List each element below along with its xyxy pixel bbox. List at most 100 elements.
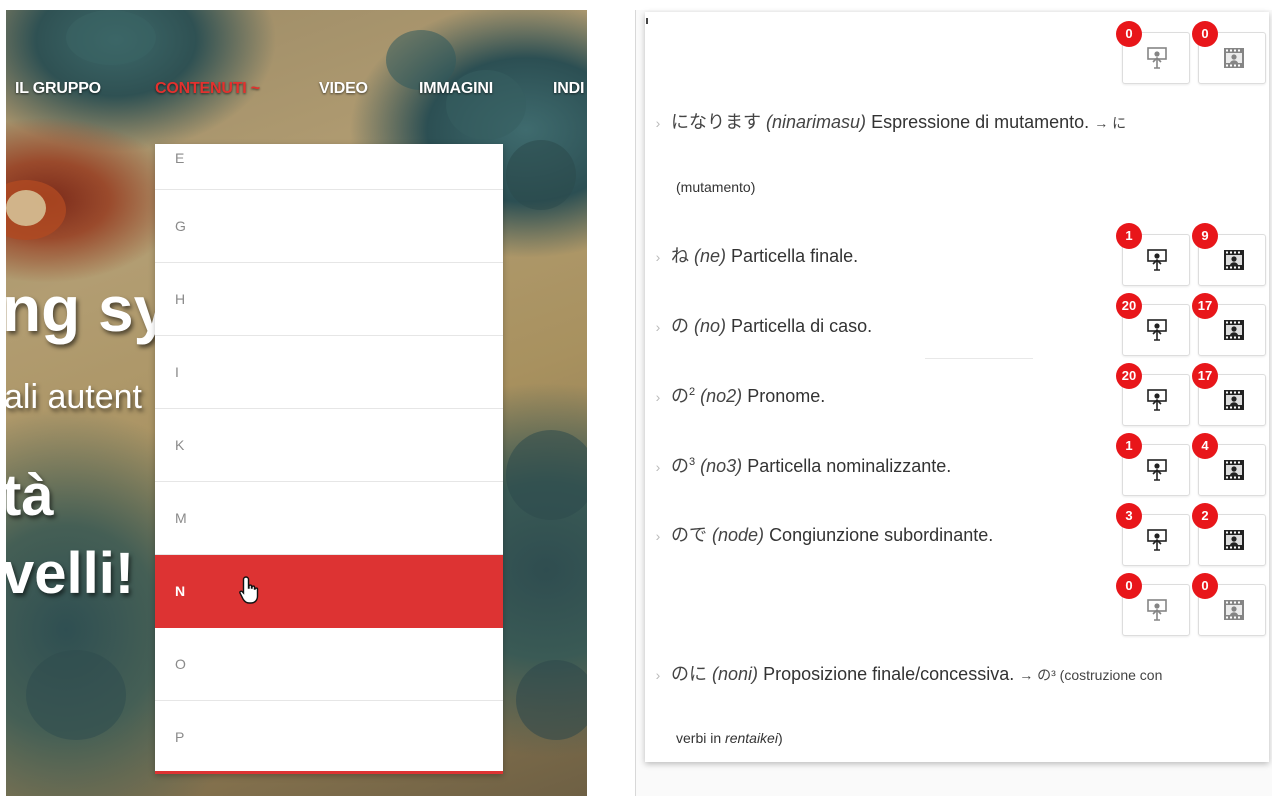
entry-no3[interactable]: › の3 (no3) Particella nominalizzante. [645, 452, 952, 478]
entry-no[interactable]: › の (no) Particella di caso. [645, 312, 872, 338]
chevron-right-icon: › [655, 459, 661, 475]
chevron-right-icon: › [655, 667, 661, 683]
film-icon [1224, 530, 1244, 550]
count-badge: 0 [1116, 21, 1142, 47]
count-badge: 3 [1116, 503, 1142, 529]
film-button[interactable]: 2 [1192, 503, 1266, 566]
count-badge: 0 [1192, 573, 1218, 599]
hero-heading-line-1: ng sy [6, 273, 170, 345]
entry-romaji: (node) [712, 525, 765, 545]
count-badge: 20 [1116, 363, 1142, 389]
presenter-button[interactable]: 20 [1116, 293, 1190, 356]
continuation-emphasis: rentaikei [725, 730, 778, 746]
dropdown-item-e[interactable]: E [155, 144, 503, 190]
continuation-text: verbi in [676, 730, 726, 746]
website-hero-panel: IL GRUPPO CONTENUTI ~ VIDEO IMMAGINI IND… [6, 10, 587, 796]
entry-noni[interactable]: › のに (noni) Proposizione finale/concessiv… [645, 660, 1163, 686]
continuation-text: ) [777, 730, 783, 746]
hero-heading-line-3: tà [6, 463, 54, 528]
entry-romaji: (ninarimasu) [766, 112, 867, 132]
entry-description: Particella finale. [731, 246, 859, 266]
film-icon [1224, 390, 1244, 410]
presenter-button[interactable]: 1 [1116, 223, 1190, 286]
dropdown-item-n[interactable]: N [155, 555, 503, 628]
entry-japanese: の [671, 386, 689, 406]
dropdown-item-k[interactable]: K [155, 409, 503, 482]
film-button[interactable]: 17 [1192, 293, 1266, 356]
entry-node[interactable]: › ので (node) Congiunzione subordinante. [645, 521, 994, 547]
presenter-icon [1147, 319, 1167, 341]
dragon-eye-decoration [6, 190, 46, 226]
film-button[interactable]: 0 [1192, 573, 1266, 636]
chevron-right-icon: › [655, 319, 661, 335]
entry-ne[interactable]: › ね (ne) Particella finale. [645, 242, 858, 268]
entry-romaji: (no) [694, 316, 727, 336]
nav-item-contenuti[interactable]: CONTENUTI ~ [155, 80, 260, 98]
film-icon [1224, 48, 1244, 68]
dropdown-item-m[interactable]: M [155, 482, 503, 555]
presenter-button[interactable]: 1 [1116, 433, 1190, 496]
dropdown-item-o[interactable]: O [155, 628, 503, 701]
dragon-scale-decoration [516, 660, 587, 740]
dropdown-item-i[interactable]: I [155, 336, 503, 409]
film-button[interactable]: 9 [1192, 223, 1266, 286]
entry-description: Proposizione finale/concessiva. [763, 664, 1015, 684]
dragon-scale-decoration [66, 10, 156, 65]
presenter-icon [1147, 599, 1167, 621]
entry-japanese: ので [671, 525, 707, 545]
count-badge: 0 [1116, 573, 1142, 599]
count-badge: 2 [1192, 503, 1218, 529]
entry-japanese: のに [671, 664, 707, 684]
entry-japanese: の [671, 456, 689, 476]
count-badge: 9 [1192, 223, 1218, 249]
entry-description: Espressione di mutamento. [871, 112, 1090, 132]
chevron-right-icon: › [655, 528, 661, 544]
dropdown-item-h[interactable]: H [155, 263, 503, 336]
count-badge: 20 [1116, 293, 1142, 319]
nav-item-video[interactable]: VIDEO [319, 80, 368, 98]
entry-homonym-number: 2 [689, 386, 696, 398]
presenter-button[interactable]: 20 [1116, 363, 1190, 426]
count-badge: 17 [1192, 293, 1218, 319]
entry-cross-reference[interactable]: → に [1094, 115, 1126, 131]
film-button[interactable]: 4 [1192, 433, 1266, 496]
presenter-button[interactable]: 3 [1116, 503, 1190, 566]
entry-japanese: ね [671, 246, 689, 266]
entry-japanese: になります [671, 112, 761, 132]
entry-romaji: (no3) [700, 456, 743, 476]
presenter-icon [1147, 529, 1167, 551]
nav-item-immagini[interactable]: IMMAGINI [419, 80, 493, 98]
hero-subtitle: ali autent [6, 378, 142, 416]
entry-romaji: (ne) [694, 246, 727, 266]
dragon-scale-decoration [26, 650, 126, 740]
entry-romaji: (noni) [712, 664, 759, 684]
nav-item-il-gruppo[interactable]: IL GRUPPO [15, 80, 101, 98]
stray-mark [646, 18, 648, 24]
film-button[interactable]: 17 [1192, 363, 1266, 426]
chevron-right-icon: › [655, 389, 661, 405]
presenter-icon [1147, 459, 1167, 481]
presenter-icon [1147, 47, 1167, 69]
count-badge: 0 [1192, 21, 1218, 47]
presenter-button[interactable]: 0 [1116, 573, 1190, 636]
count-badge: 4 [1192, 433, 1218, 459]
site-top-nav: IL GRUPPO CONTENUTI ~ VIDEO IMMAGINI IND… [6, 80, 587, 102]
dropdown-item-n-label: N [175, 583, 186, 599]
entry-description: Particella di caso. [731, 316, 873, 336]
entry-continuation: (mutamento) [676, 179, 756, 195]
presenter-button[interactable]: 0 [1116, 21, 1190, 84]
entry-continuation: verbi in rentaikei) [676, 730, 783, 746]
dragon-scale-decoration [506, 430, 587, 520]
entry-description: Pronome. [747, 386, 826, 406]
film-icon [1224, 320, 1244, 340]
film-button[interactable]: 0 [1192, 21, 1266, 84]
entry-description: Particella nominalizzante. [747, 456, 952, 476]
entry-ninarimasu[interactable]: › になります (ninarimasu) Espressione di mutam… [645, 108, 1126, 134]
chevron-right-icon: › [655, 249, 661, 265]
dropdown-item-g[interactable]: G [155, 190, 503, 263]
nav-item-indice[interactable]: INDI [553, 80, 584, 98]
entry-no2[interactable]: › の2 (no2) Pronome. [645, 382, 826, 408]
dropdown-item-p[interactable]: P [155, 701, 503, 771]
film-icon [1224, 600, 1244, 620]
entry-cross-reference[interactable]: → の³ (costruzione con [1019, 667, 1162, 683]
